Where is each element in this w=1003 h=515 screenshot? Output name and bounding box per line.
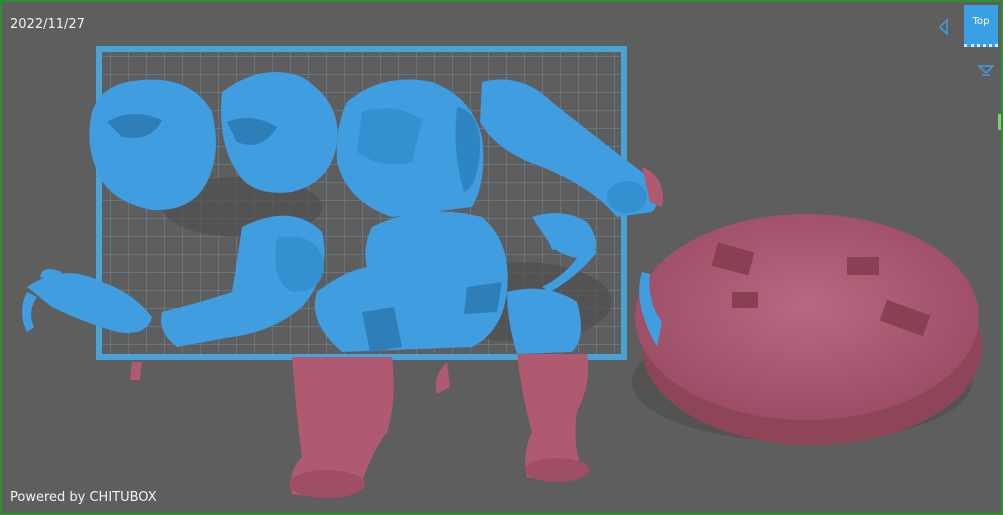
side-panel-handle[interactable]	[998, 114, 1001, 130]
scene-canvas[interactable]	[2, 2, 1003, 515]
3d-viewport[interactable]: 2022/11/27 Powered by CHITUBOX Top	[0, 0, 1003, 515]
arrow-down-outline-icon[interactable]	[976, 60, 996, 80]
model-torso-upper[interactable]	[336, 79, 484, 218]
model-base[interactable]	[635, 214, 982, 445]
arrow-left-outline-icon[interactable]	[934, 17, 954, 37]
view-cube-top-button[interactable]: Top	[964, 5, 998, 47]
date-label: 2022/11/27	[10, 17, 85, 32]
powered-by-label: Powered by CHITUBOX	[10, 490, 157, 505]
